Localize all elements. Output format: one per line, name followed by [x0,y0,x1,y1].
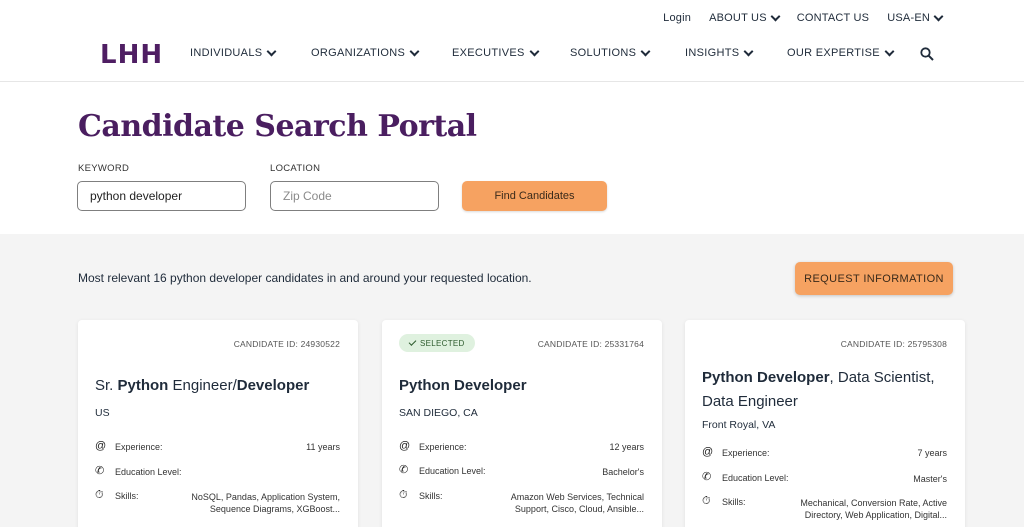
main-nav: INDIVIDUALS ORGANIZATIONS EXECUTIVES SOL… [190,46,895,59]
experience-label: Experience: [419,442,467,452]
experience-value: 11 years [306,442,340,452]
skills-value: Mechanical, Conversion Rate, Active Dire… [800,498,947,520]
experience-label: Experience: [722,448,770,458]
location-label: LOCATION [270,163,321,174]
lhh-logo[interactable]: LHH [100,40,163,70]
title-part: Sr. [95,377,118,394]
title-part: Developer [236,377,310,394]
results-section: Most relevant 16 python developer candid… [0,234,1024,527]
candidate-card[interactable]: SELECTED CANDIDATE ID: 25331764 Python D… [382,320,662,527]
chevron-down-icon [640,46,651,56]
candidate-location: US [95,407,110,419]
nav-label: ORGANIZATIONS [311,47,406,59]
chevron-down-icon [266,46,277,56]
nav-organizations[interactable]: ORGANIZATIONS [311,46,452,59]
stopwatch-icon: ⏱ [95,489,104,501]
candidate-card[interactable]: CANDIDATE ID: 24930522 Sr. Python Engine… [78,320,358,527]
nav-label: INSIGHTS [685,47,740,59]
nav-label: SOLUTIONS [570,47,637,59]
selected-badge: SELECTED [399,334,475,352]
stopwatch-icon: ⏱ [702,495,711,507]
nav-individuals[interactable]: INDIVIDUALS [190,46,311,59]
education-label: Education Level: [115,467,182,477]
chevron-down-icon [409,46,420,56]
keyword-input[interactable]: python developer [77,181,246,211]
candidate-title: Sr. Python Engineer/Developer [95,374,345,398]
title-part: Python Developer [702,369,830,386]
education-label: Education Level: [722,473,789,483]
chevron-down-icon [743,46,754,56]
skills-label: Skills: [722,497,746,507]
education-label: Education Level: [419,466,486,476]
site-header: Login ABOUT US CONTACT US USA-EN LHH IND… [0,0,1024,82]
chevron-down-icon [933,11,944,21]
badge-label: SELECTED [420,338,465,348]
candidate-id: CANDIDATE ID: 25331764 [537,339,644,349]
nav-label: OUR EXPERTISE [787,47,880,59]
utility-nav: Login ABOUT US CONTACT US USA-EN [663,11,944,24]
title-part: Python Developer [399,377,527,394]
keyword-label: KEYWORD [78,163,130,174]
at-icon: @ [95,440,107,452]
phone-icon: ✆ [399,464,409,476]
skills-value: NoSQL, Pandas, Application System, Seque… [191,492,340,514]
candidate-location: Front Royal, VA [702,419,776,431]
candidate-title: Python Developer, Data Scientist, Data E… [702,366,952,414]
at-icon: @ [702,446,714,458]
skills-value: Amazon Web Services, Technical Support, … [510,492,644,514]
search-section: Candidate Search Portal KEYWORD python d… [0,83,1024,234]
nav-solutions[interactable]: SOLUTIONS [570,46,685,59]
title-part: Engineer/ [168,377,237,394]
contact-us-label: CONTACT US [796,12,870,24]
login-label: Login [663,12,692,24]
nav-insights[interactable]: INSIGHTS [685,46,787,59]
page-title: Candidate Search Portal [78,109,477,144]
nav-label: INDIVIDUALS [190,47,263,59]
candidate-card[interactable]: CANDIDATE ID: 25795308 Python Developer,… [685,320,965,527]
locale-label: USA-EN [887,12,930,24]
candidate-title: Python Developer [399,374,649,398]
locale-selector[interactable]: USA-EN [887,11,944,24]
candidate-location: SAN DIEGO, CA [399,407,478,419]
chevron-down-icon [884,46,895,56]
skills-label: Skills: [115,491,139,501]
stopwatch-icon: ⏱ [399,489,408,501]
candidate-id: CANDIDATE ID: 25795308 [840,339,947,349]
at-icon: @ [399,440,411,452]
about-us-label: ABOUT US [709,12,767,24]
education-value: Master's [913,474,947,484]
search-icon[interactable] [920,47,934,61]
candidate-id: CANDIDATE ID: 24930522 [233,339,340,349]
experience-value: 12 years [609,442,644,452]
phone-icon: ✆ [702,471,712,483]
results-summary: Most relevant 16 python developer candid… [78,271,532,285]
chevron-down-icon [529,46,540,56]
title-part: Python [117,377,169,394]
about-us-menu[interactable]: ABOUT US [709,11,781,24]
find-candidates-button[interactable]: Find Candidates [462,181,607,211]
request-information-button[interactable]: REQUEST INFORMATION [795,262,953,295]
login-link[interactable]: Login [663,12,691,24]
chevron-down-icon [770,11,781,21]
check-icon [408,338,417,346]
experience-value: 7 years [917,448,947,458]
nav-executives[interactable]: EXECUTIVES [452,46,570,59]
nav-our-expertise[interactable]: OUR EXPERTISE [787,46,895,59]
contact-us-link[interactable]: CONTACT US [797,12,870,24]
nav-label: EXECUTIVES [452,47,525,59]
phone-icon: ✆ [95,465,105,477]
skills-label: Skills: [419,491,443,501]
location-input[interactable]: Zip Code [270,181,439,211]
education-value: Bachelor's [602,467,644,477]
experience-label: Experience: [115,442,163,452]
